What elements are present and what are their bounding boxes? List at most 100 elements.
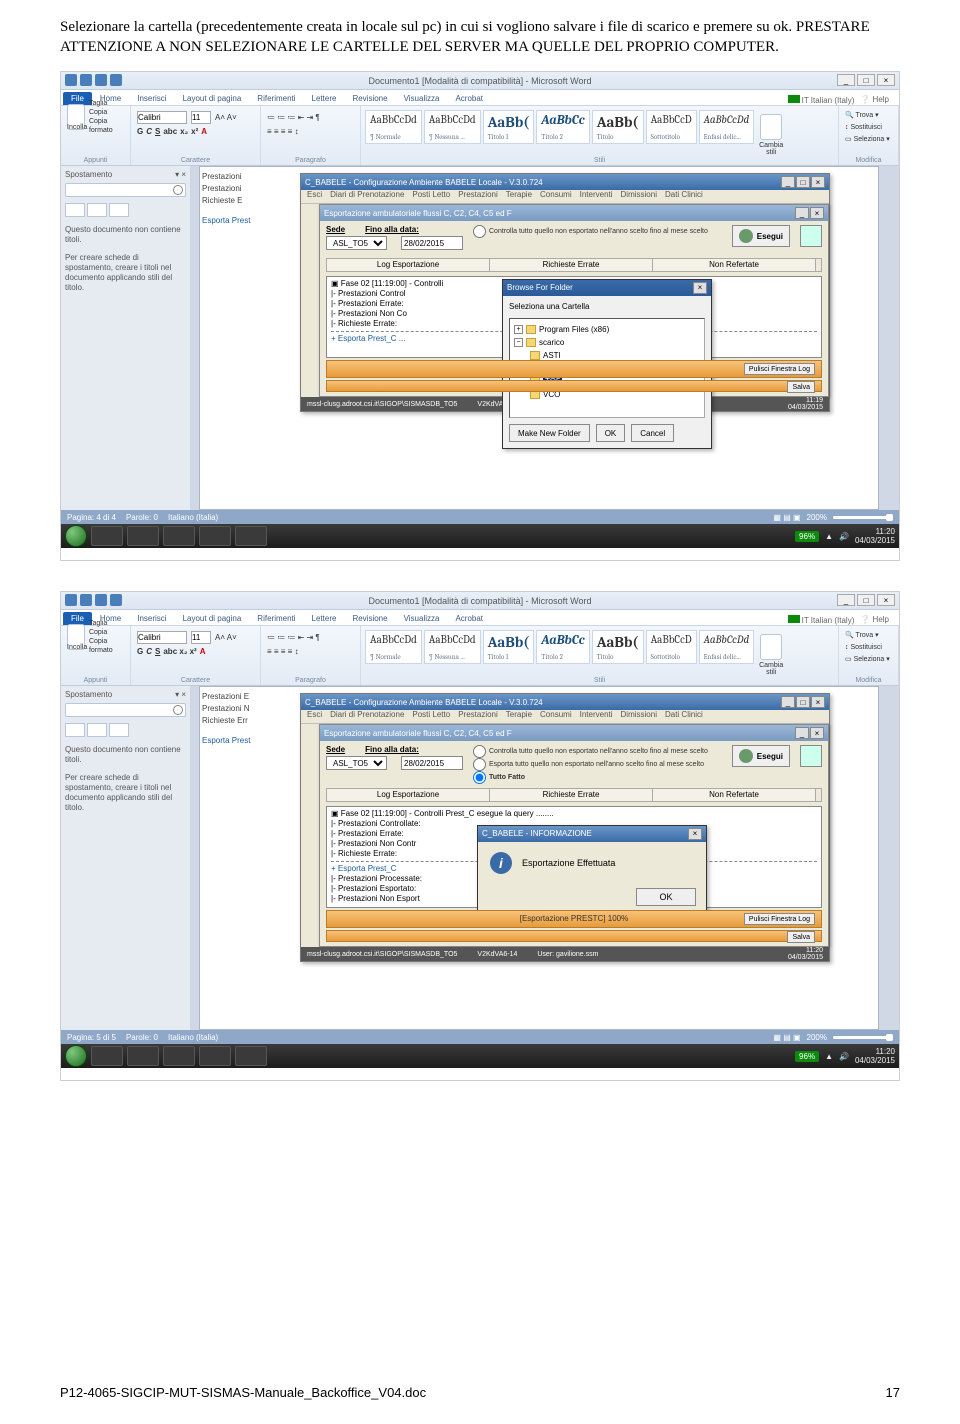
export-min[interactable]: _ <box>795 207 809 219</box>
tab-nonref[interactable]: Non Refertate <box>653 259 816 271</box>
screenshot-1: Documento1 [Modalità di compatibilità] -… <box>60 71 900 561</box>
nav-title: Spostamento <box>65 170 112 179</box>
save-icon[interactable] <box>80 74 92 86</box>
export-close[interactable]: × <box>810 207 824 219</box>
italic-button[interactable]: C <box>146 127 152 136</box>
cut-item[interactable]: Taglia <box>89 99 124 108</box>
taskbar-item[interactable] <box>91 526 123 546</box>
style-titolo1[interactable]: AaBb(Titolo 1 <box>483 110 535 144</box>
pulisci-button[interactable]: Pulisci Finestra Log <box>744 913 815 925</box>
status-zoom[interactable]: 200% <box>807 513 827 522</box>
babele-window: C_BABELE - Configurazione Ambiente BABEL… <box>300 693 830 962</box>
progress-bar: Pulisci Finestra Log <box>326 360 822 378</box>
tab-visualizza[interactable]: Visualizza <box>396 92 448 105</box>
ok-button[interactable]: OK <box>596 424 626 442</box>
copy-item[interactable]: Copia <box>89 108 124 117</box>
tab-lettere[interactable]: Lettere <box>304 92 345 105</box>
zoom-slider[interactable] <box>833 516 893 519</box>
bottom-bar: Salva <box>326 380 822 392</box>
gear-icon <box>739 229 753 243</box>
tab-acrobat[interactable]: Acrobat <box>447 92 491 105</box>
chk-controlla[interactable] <box>473 225 486 238</box>
taskbar-item[interactable] <box>199 526 231 546</box>
battery-indicator[interactable]: 96% <box>795 531 819 542</box>
folder-icon <box>530 351 540 360</box>
style-sottotitolo[interactable]: AaBbCcDSottotitolo <box>646 110 697 144</box>
info-icon: i <box>490 852 512 874</box>
babele-minimize[interactable]: _ <box>781 176 795 188</box>
info-close[interactable]: × <box>688 828 702 840</box>
nav-close-icon[interactable]: ▾ × <box>175 170 186 179</box>
tab-log[interactable]: Log Esportazione <box>327 259 490 271</box>
babele-title: C_BABELE - Configurazione Ambiente BABEL… <box>305 178 543 187</box>
progress-bar: [Esportazione PRESTC] 100% Pulisci Fines… <box>326 910 822 928</box>
language-indicator[interactable]: IT Italian (Italy) <box>788 95 855 105</box>
group-stili: Stili <box>361 157 838 164</box>
underline-button[interactable]: S <box>155 127 160 136</box>
salva-button[interactable]: Salva <box>787 931 815 943</box>
font-name-input[interactable] <box>137 111 187 124</box>
bold-button[interactable]: G <box>137 127 143 136</box>
info-ok-button[interactable]: OK <box>636 888 696 906</box>
esegui-button[interactable]: Esegui <box>732 745 790 767</box>
help-button[interactable]: ❔ Help <box>860 95 889 105</box>
export-icon[interactable] <box>800 225 822 247</box>
style-titolo[interactable]: AaBb(Titolo <box>592 110 644 144</box>
maximize-button[interactable]: □ <box>857 74 875 86</box>
tab-revisione[interactable]: Revisione <box>344 92 395 105</box>
nav-search-input[interactable] <box>65 183 186 197</box>
style-titolo2[interactable]: AaBbCcTitolo 2 <box>536 110 589 144</box>
sede-select[interactable]: ASL_TO5 <box>326 236 387 250</box>
nav-tab-1[interactable] <box>65 203 85 217</box>
nav-tab-3[interactable] <box>109 203 129 217</box>
tab-riferimenti[interactable]: Riferimenti <box>249 92 303 105</box>
quick-access-toolbar[interactable] <box>65 74 122 86</box>
esegui-button[interactable]: Esegui <box>732 225 790 247</box>
status-words[interactable]: Parole: 0 <box>126 513 158 522</box>
browse-close[interactable]: × <box>693 282 707 294</box>
make-new-folder-button[interactable]: Make New Folder <box>509 424 590 442</box>
style-normale[interactable]: AaBbCcDd¶ Normale <box>365 110 422 144</box>
nav-tab-2[interactable] <box>87 203 107 217</box>
word-titlebar: Documento1 [Modalità di compatibilità] -… <box>61 592 899 610</box>
tab-richieste[interactable]: Richieste Errate <box>490 259 653 271</box>
taskbar-item[interactable] <box>235 526 267 546</box>
nav-msg-2: Per creare schede di spostamento, creare… <box>65 253 186 293</box>
cambia-stili-label: Cambia stili <box>759 142 783 156</box>
date-input[interactable] <box>401 236 463 250</box>
style-enfasi[interactable]: AaBbCcDdEnfasi delic... <box>699 110 755 144</box>
tab-inserisci[interactable]: Inserisci <box>129 92 174 105</box>
select-item[interactable]: ▭ Seleziona ▾ <box>845 134 892 146</box>
cancel-button[interactable]: Cancel <box>631 424 674 442</box>
status-lang[interactable]: Italiano (Italia) <box>168 513 218 522</box>
babele-window: C_BABELE - Configurazione Ambiente BABEL… <box>300 173 830 412</box>
folder-icon <box>526 338 536 347</box>
browse-prompt: Seleziona una Cartella <box>509 302 705 312</box>
pulisci-button[interactable]: Pulisci Finestra Log <box>744 363 815 375</box>
salva-button[interactable]: Salva <box>787 381 815 393</box>
redo-icon[interactable] <box>110 74 122 86</box>
start-button[interactable] <box>65 525 87 547</box>
babele-close[interactable]: × <box>811 176 825 188</box>
babele-maximize[interactable]: □ <box>796 176 810 188</box>
style-nessuna[interactable]: AaBbCcDd¶ Nessuna ... <box>424 110 481 144</box>
find-item[interactable]: 🔍 Trova ▾ <box>845 110 892 122</box>
folder-icon <box>526 325 536 334</box>
search-icon <box>173 185 183 195</box>
undo-icon[interactable] <box>95 74 107 86</box>
font-size-input[interactable] <box>191 111 211 124</box>
change-styles-icon[interactable] <box>760 114 782 140</box>
group-modifica: Modifica <box>839 157 898 164</box>
replace-item[interactable]: ↕ Sostituisci <box>845 122 892 134</box>
taskbar-item[interactable] <box>163 526 195 546</box>
system-clock[interactable]: 11:2004/03/2015 <box>855 527 895 545</box>
start-button[interactable] <box>65 1045 87 1067</box>
status-page[interactable]: Pagina: 4 di 4 <box>67 513 116 522</box>
tab-layout[interactable]: Layout di pagina <box>175 92 250 105</box>
taskbar-item[interactable] <box>127 526 159 546</box>
minimize-button[interactable]: _ <box>837 74 855 86</box>
window-title: Documento1 [Modalità di compatibilità] -… <box>369 76 592 86</box>
close-button[interactable]: × <box>877 74 895 86</box>
export-tabs: Log Esportazione Richieste Errate Non Re… <box>326 258 822 272</box>
export-window: Esportazione ambulatoriale flussi C, C2,… <box>319 204 829 397</box>
